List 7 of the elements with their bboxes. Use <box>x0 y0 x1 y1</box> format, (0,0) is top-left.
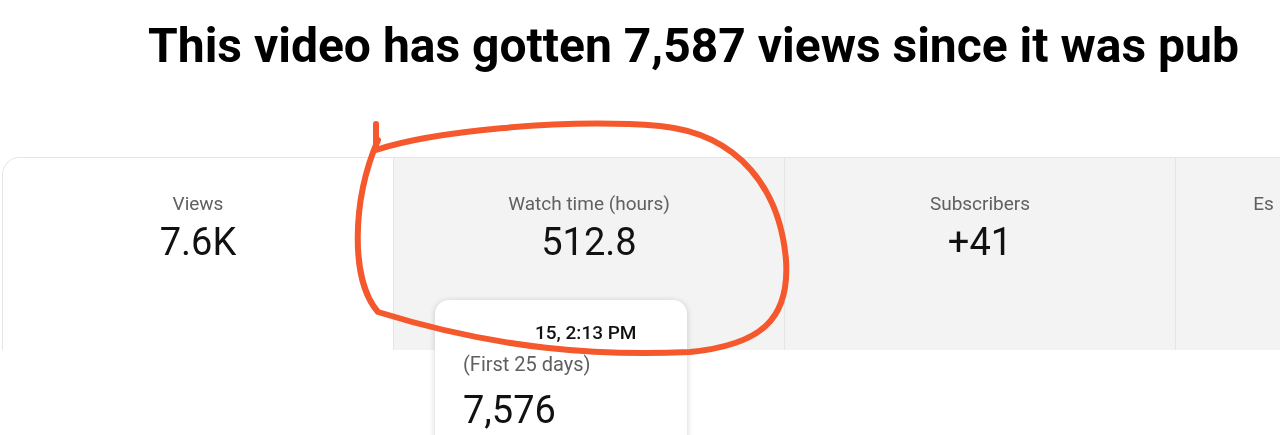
tooltip-date: 15, 2:13 PM <box>535 322 637 344</box>
tooltip-value: 7,576 <box>463 388 556 432</box>
metric-tab[interactable]: Subscribers +41 <box>785 158 1176 350</box>
page-heading: This video has gotten 7,587 views since it was pub <box>148 18 1239 74</box>
tooltip-period: (First 25 days) <box>463 351 591 378</box>
metric-tab[interactable]: Es <box>1176 158 1280 350</box>
metric-tab[interactable]: Views 7.6K <box>3 158 394 350</box>
